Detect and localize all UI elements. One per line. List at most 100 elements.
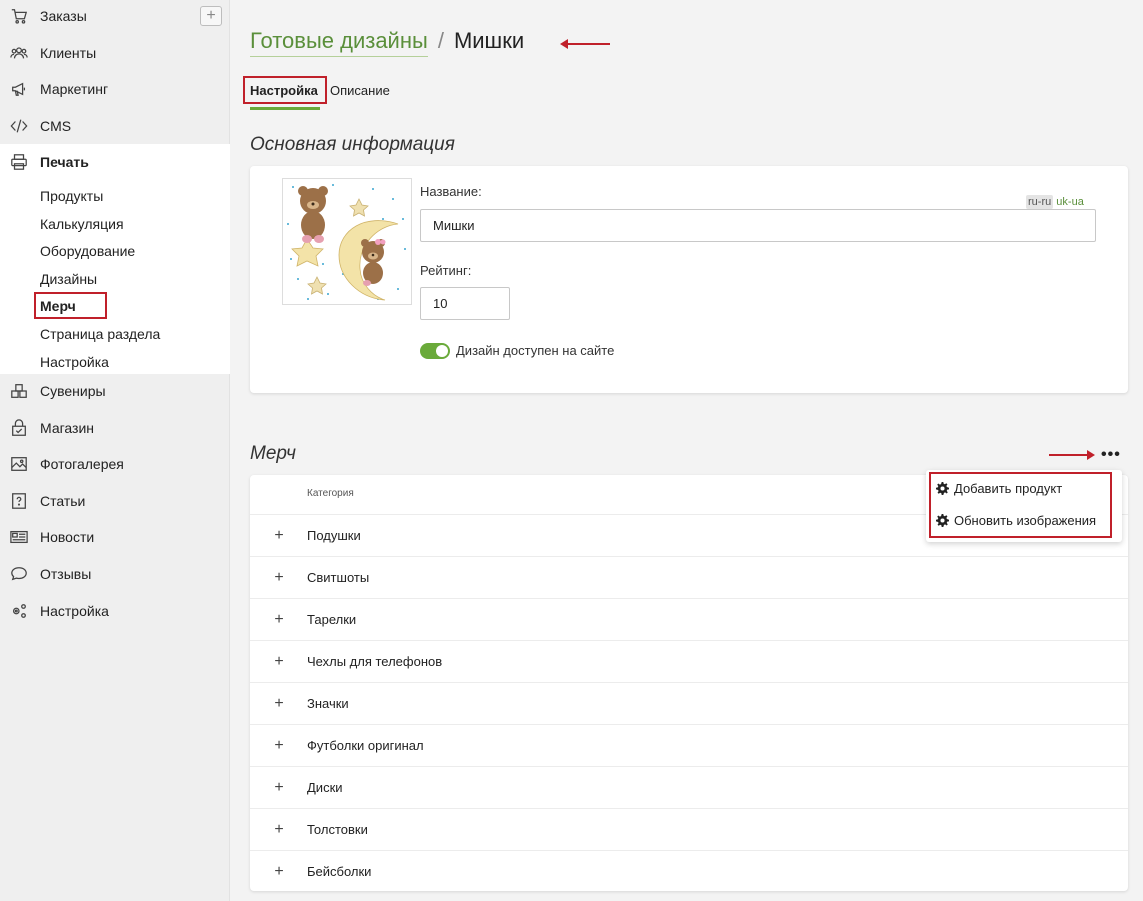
category-name: Значки bbox=[307, 696, 349, 711]
subnav-section-page[interactable]: Страница раздела bbox=[40, 326, 160, 342]
table-row[interactable]: + Диски bbox=[250, 766, 1128, 808]
availability-toggle[interactable] bbox=[420, 343, 450, 359]
bears-illustration bbox=[287, 184, 406, 301]
table-row[interactable]: + Свитшоты bbox=[250, 556, 1128, 598]
subnav-products[interactable]: Продукты bbox=[40, 188, 103, 204]
boxes-icon bbox=[8, 380, 30, 402]
sidebar-item-label: Отзывы bbox=[40, 566, 92, 582]
expand-icon[interactable]: + bbox=[250, 611, 307, 629]
sidebar-item-label: Заказы bbox=[40, 8, 87, 24]
name-label: Название: bbox=[420, 184, 482, 199]
settings-icon bbox=[8, 600, 30, 622]
toggle-knob bbox=[436, 345, 448, 357]
availability-label: Дизайн доступен на сайте bbox=[456, 343, 615, 358]
tab-annotation-box bbox=[243, 76, 327, 104]
menu-annotation-arrow bbox=[1049, 450, 1095, 460]
more-options-button[interactable]: ••• bbox=[1101, 446, 1121, 464]
rating-input[interactable]: 10 bbox=[420, 287, 510, 320]
sidebar-item-reviews[interactable]: Отзывы bbox=[0, 556, 230, 592]
expand-icon[interactable]: + bbox=[250, 653, 307, 671]
table-row[interactable]: + Чехлы для телефонов bbox=[250, 640, 1128, 682]
shop-icon bbox=[8, 417, 30, 439]
expand-icon[interactable]: + bbox=[250, 527, 307, 545]
category-name: Тарелки bbox=[307, 612, 357, 627]
lang-uk-ua[interactable]: uk-ua bbox=[1056, 196, 1084, 208]
sidebar-item-news[interactable]: Новости bbox=[0, 519, 230, 555]
add-order-button[interactable]: + bbox=[200, 6, 222, 26]
rating-label: Рейтинг: bbox=[420, 263, 472, 278]
sidebar-item-label: Настройка bbox=[40, 603, 109, 619]
megaphone-icon bbox=[8, 78, 30, 100]
page-title: Мишки bbox=[453, 28, 525, 53]
menu-annotation-box bbox=[929, 472, 1112, 538]
merch-annotation-box bbox=[34, 292, 107, 319]
subnav-designs[interactable]: Дизайны bbox=[40, 271, 97, 287]
language-switcher: ru-ru uk-ua bbox=[1026, 195, 1084, 209]
users-icon bbox=[8, 42, 30, 64]
sidebar-item-label: Маркетинг bbox=[40, 81, 109, 97]
sidebar-item-photogallery[interactable]: Фотогалерея bbox=[0, 446, 230, 482]
app-window: Заказы + Клиенты Маркетинг CMS Печать Пр… bbox=[0, 0, 1143, 901]
category-column-header: Категория bbox=[307, 488, 354, 499]
table-row[interactable]: + Бейсболки bbox=[250, 850, 1128, 892]
sidebar-item-print[interactable]: Печать bbox=[0, 144, 230, 180]
sidebar-item-label: Сувениры bbox=[40, 383, 106, 399]
sidebar-item-articles[interactable]: Статьи bbox=[0, 483, 230, 519]
sidebar-item-marketing[interactable]: Маркетинг bbox=[0, 71, 230, 107]
chat-icon bbox=[8, 563, 30, 585]
category-name: Подушки bbox=[307, 528, 361, 543]
sidebar-item-clients[interactable]: Клиенты bbox=[0, 35, 230, 71]
merch-title: Мерч bbox=[250, 443, 296, 464]
breadcrumb-parent-link[interactable]: Готовые дизайны bbox=[250, 28, 428, 57]
expand-icon[interactable]: + bbox=[250, 779, 307, 797]
table-row[interactable]: + Толстовки bbox=[250, 808, 1128, 850]
category-name: Толстовки bbox=[307, 822, 368, 837]
sidebar: Заказы + Клиенты Маркетинг CMS Печать Пр… bbox=[0, 0, 230, 901]
sidebar-item-souvenirs[interactable]: Сувениры bbox=[0, 373, 230, 409]
news-icon bbox=[8, 526, 30, 548]
table-row[interactable]: + Футболки оригинал bbox=[250, 724, 1128, 766]
print-subnav: Продукты Калькуляция Оборудование Дизайн… bbox=[0, 180, 230, 374]
expand-icon[interactable]: + bbox=[250, 863, 307, 881]
expand-icon[interactable]: + bbox=[250, 569, 307, 587]
active-tab-underline bbox=[250, 107, 320, 110]
expand-icon[interactable]: + bbox=[250, 821, 307, 839]
expand-icon[interactable]: + bbox=[250, 737, 307, 755]
sidebar-item-label: Новости bbox=[40, 529, 95, 545]
breadcrumb-separator: / bbox=[437, 28, 444, 53]
sidebar-item-settings[interactable]: Настройка bbox=[0, 593, 230, 629]
image-icon bbox=[8, 453, 30, 475]
printer-icon bbox=[8, 151, 30, 173]
cart-icon bbox=[8, 5, 30, 27]
tab-description[interactable]: Описание bbox=[330, 83, 390, 98]
table-row[interactable]: + Значки bbox=[250, 682, 1128, 724]
basic-info-title: Основная информация bbox=[250, 134, 455, 155]
sidebar-item-shop[interactable]: Магазин bbox=[0, 410, 230, 446]
sidebar-item-label: Статьи bbox=[40, 493, 86, 509]
category-name: Футболки оригинал bbox=[307, 738, 424, 753]
code-icon bbox=[8, 115, 30, 137]
name-input[interactable]: Мишки bbox=[420, 209, 1096, 242]
basic-info-card: Название: ru-ru uk-ua Мишки Рейтинг: 10 … bbox=[250, 166, 1128, 393]
expand-icon[interactable]: + bbox=[250, 695, 307, 713]
lang-ru-ru[interactable]: ru-ru bbox=[1026, 195, 1054, 209]
sidebar-item-label: Фотогалерея bbox=[40, 456, 124, 472]
subnav-equipment[interactable]: Оборудование bbox=[40, 243, 135, 259]
category-name: Свитшоты bbox=[307, 570, 370, 585]
category-name: Чехлы для телефонов bbox=[307, 654, 443, 669]
category-name: Бейсболки bbox=[307, 864, 372, 879]
question-icon bbox=[8, 490, 30, 512]
sidebar-item-label: Магазин bbox=[40, 420, 95, 436]
sidebar-item-cms[interactable]: CMS bbox=[0, 108, 230, 144]
subnav-calculation[interactable]: Калькуляция bbox=[40, 216, 124, 232]
table-row[interactable]: + Тарелки bbox=[250, 598, 1128, 640]
title-annotation-arrow bbox=[560, 39, 610, 49]
sidebar-item-label: CMS bbox=[40, 118, 72, 134]
sidebar-item-orders[interactable]: Заказы bbox=[0, 0, 230, 34]
sidebar-item-label: Печать bbox=[40, 154, 89, 170]
design-thumbnail[interactable] bbox=[282, 178, 412, 305]
sidebar-item-label: Клиенты bbox=[40, 45, 97, 61]
subnav-settings[interactable]: Настройка bbox=[40, 354, 109, 370]
breadcrumb: Готовые дизайны / Мишки bbox=[250, 28, 524, 57]
category-name: Диски bbox=[307, 780, 343, 795]
